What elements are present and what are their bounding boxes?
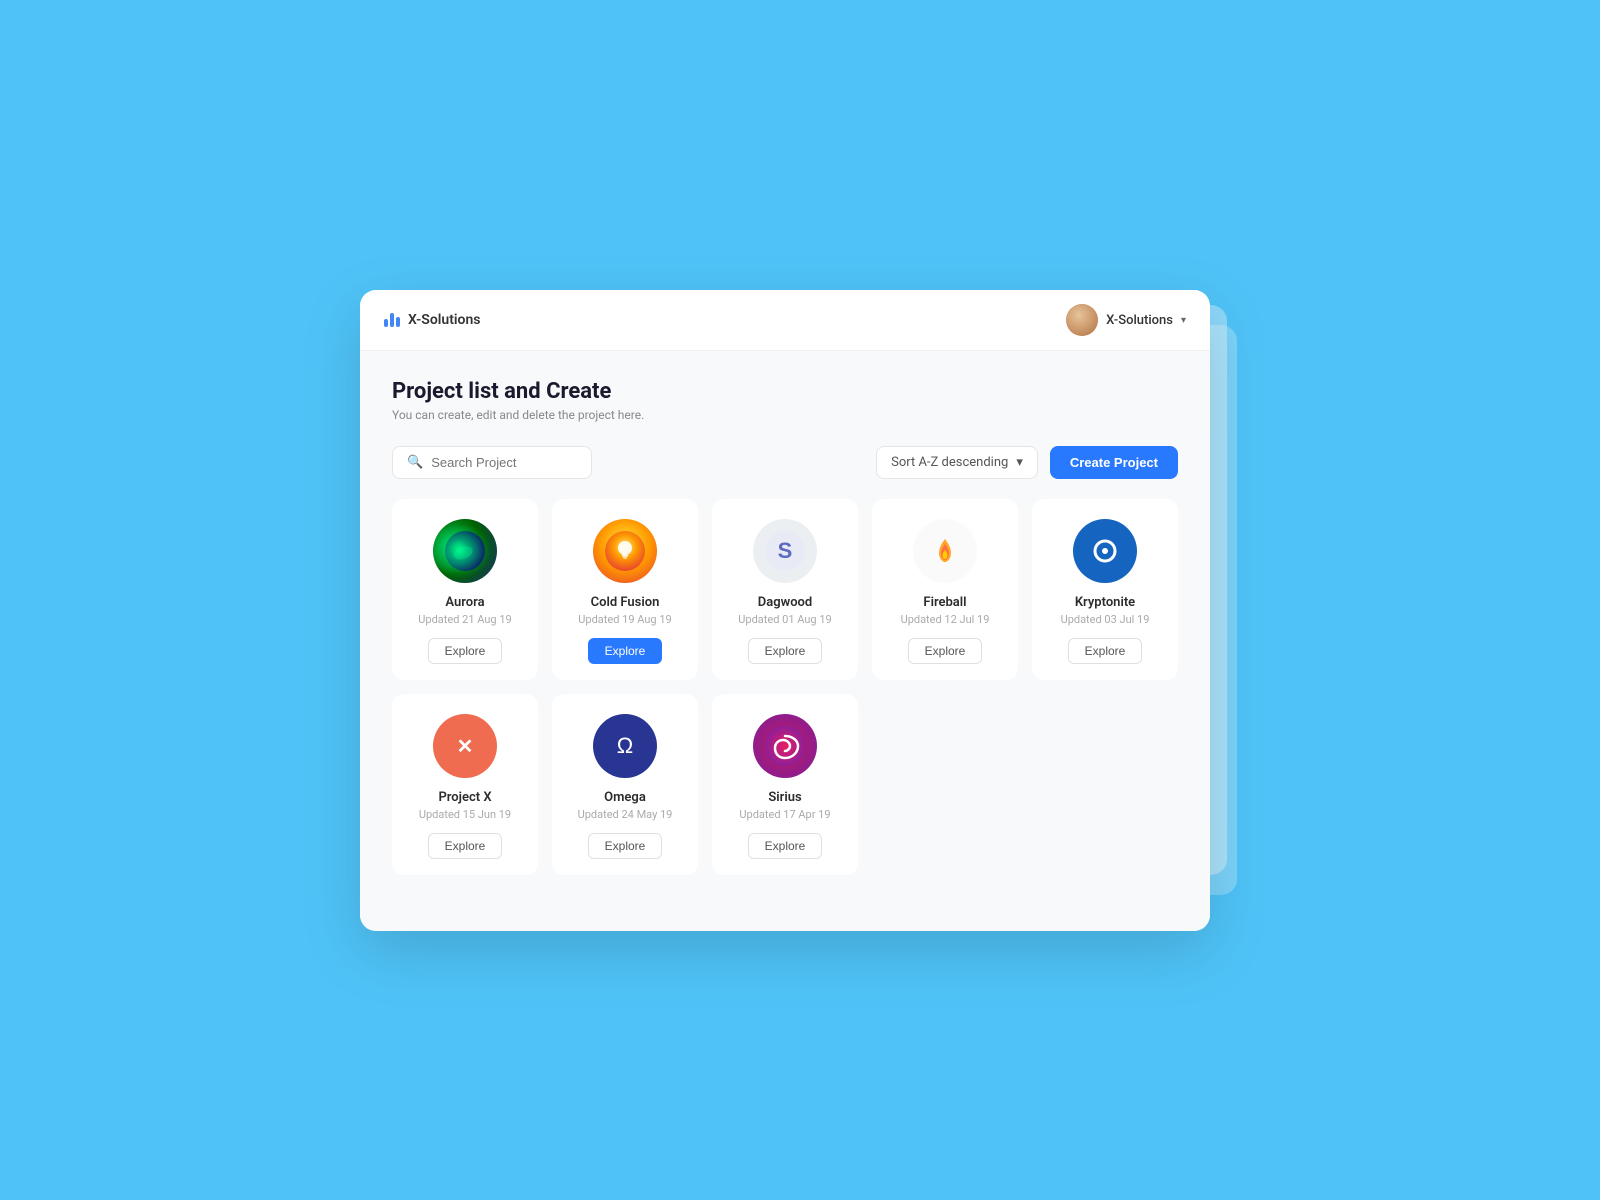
project-card-aurora[interactable]: Aurora Updated 21 Aug 19 Explore bbox=[392, 499, 538, 680]
project-card-projectx[interactable]: ✕ Project X Updated 15 Jun 19 Explore bbox=[392, 694, 538, 875]
explore-button-projectx[interactable]: Explore bbox=[428, 833, 503, 859]
project-icon-kryptonite bbox=[1073, 519, 1137, 583]
project-card-sirius[interactable]: Sirius Updated 17 Apr 19 Explore bbox=[712, 694, 858, 875]
explore-button-aurora[interactable]: Explore bbox=[428, 638, 503, 664]
create-project-button[interactable]: Create Project bbox=[1050, 446, 1178, 479]
project-icon-projectx: ✕ bbox=[433, 714, 497, 778]
projects-grid-row1: Aurora Updated 21 Aug 19 Explore bbox=[392, 499, 1178, 680]
avatar bbox=[1066, 304, 1098, 336]
search-box[interactable]: 🔍 bbox=[392, 446, 592, 479]
svg-text:✕: ✕ bbox=[457, 736, 474, 758]
brand-icon bbox=[384, 313, 400, 327]
project-name-dagwood: Dagwood bbox=[758, 595, 812, 610]
project-card-coldfusion[interactable]: Cold Fusion Updated 19 Aug 19 Explore bbox=[552, 499, 698, 680]
top-nav: X-Solutions X-Solutions ▾ bbox=[360, 290, 1210, 351]
project-updated-aurora: Updated 21 Aug 19 bbox=[418, 613, 511, 626]
project-card-dagwood[interactable]: S Dagwood Updated 01 Aug 19 Explore bbox=[712, 499, 858, 680]
brand: X-Solutions bbox=[384, 312, 481, 328]
project-icon-omega: Ω bbox=[593, 714, 657, 778]
project-updated-coldfusion: Updated 19 Aug 19 bbox=[578, 613, 671, 626]
project-icon-dagwood: S bbox=[753, 519, 817, 583]
project-name-fireball: Fireball bbox=[923, 595, 966, 610]
project-name-omega: Omega bbox=[604, 790, 646, 805]
project-card-omega[interactable]: Ω Omega Updated 24 May 19 Explore bbox=[552, 694, 698, 875]
project-card-kryptonite[interactable]: Kryptonite Updated 03 Jul 19 Explore bbox=[1032, 499, 1178, 680]
projects-grid-row2: ✕ Project X Updated 15 Jun 19 Explore Ω bbox=[392, 694, 1178, 875]
explore-button-dagwood[interactable]: Explore bbox=[748, 638, 823, 664]
project-name-aurora: Aurora bbox=[445, 595, 484, 610]
project-icon-fireball bbox=[913, 519, 977, 583]
project-updated-kryptonite: Updated 03 Jul 19 bbox=[1061, 613, 1150, 626]
svg-text:S: S bbox=[778, 538, 793, 563]
project-updated-omega: Updated 24 May 19 bbox=[578, 808, 673, 821]
sort-label: Sort A-Z descending bbox=[891, 455, 1008, 470]
user-display-name: X-Solutions bbox=[1106, 313, 1173, 328]
page-title: Project list and Create bbox=[392, 379, 1178, 404]
project-updated-projectx: Updated 15 Jun 19 bbox=[419, 808, 511, 821]
page-header: Project list and Create You can create, … bbox=[392, 379, 1178, 422]
explore-button-kryptonite[interactable]: Explore bbox=[1068, 638, 1143, 664]
explore-button-sirius[interactable]: Explore bbox=[748, 833, 823, 859]
main-card: X-Solutions X-Solutions ▾ Project list a… bbox=[360, 290, 1210, 931]
project-icon-aurora bbox=[433, 519, 497, 583]
project-name-kryptonite: Kryptonite bbox=[1075, 595, 1135, 610]
project-icon-coldfusion bbox=[593, 519, 657, 583]
explore-button-omega[interactable]: Explore bbox=[588, 833, 663, 859]
project-updated-sirius: Updated 17 Apr 19 bbox=[739, 808, 830, 821]
project-updated-fireball: Updated 12 Jul 19 bbox=[901, 613, 990, 626]
explore-button-coldfusion[interactable]: Explore bbox=[588, 638, 663, 664]
brand-name: X-Solutions bbox=[408, 312, 481, 328]
user-menu[interactable]: X-Solutions ▾ bbox=[1066, 304, 1186, 336]
search-icon: 🔍 bbox=[407, 455, 423, 470]
page-subtitle: You can create, edit and delete the proj… bbox=[392, 408, 1178, 422]
svg-text:Ω: Ω bbox=[617, 733, 633, 758]
project-name-sirius: Sirius bbox=[768, 790, 801, 805]
project-name-projectx: Project X bbox=[438, 790, 491, 805]
chevron-down-icon: ▾ bbox=[1181, 315, 1186, 326]
project-updated-dagwood: Updated 01 Aug 19 bbox=[738, 613, 831, 626]
project-name-coldfusion: Cold Fusion bbox=[591, 595, 660, 610]
main-content: Project list and Create You can create, … bbox=[360, 351, 1210, 931]
toolbar: 🔍 Sort A-Z descending ▾ Create Project bbox=[392, 446, 1178, 479]
sort-dropdown[interactable]: Sort A-Z descending ▾ bbox=[876, 446, 1038, 479]
project-icon-sirius bbox=[753, 714, 817, 778]
toolbar-right: Sort A-Z descending ▾ Create Project bbox=[876, 446, 1178, 479]
sort-chevron-icon: ▾ bbox=[1016, 455, 1023, 470]
project-card-fireball[interactable]: Fireball Updated 12 Jul 19 Explore bbox=[872, 499, 1018, 680]
explore-button-fireball[interactable]: Explore bbox=[908, 638, 983, 664]
search-input[interactable] bbox=[431, 455, 577, 470]
